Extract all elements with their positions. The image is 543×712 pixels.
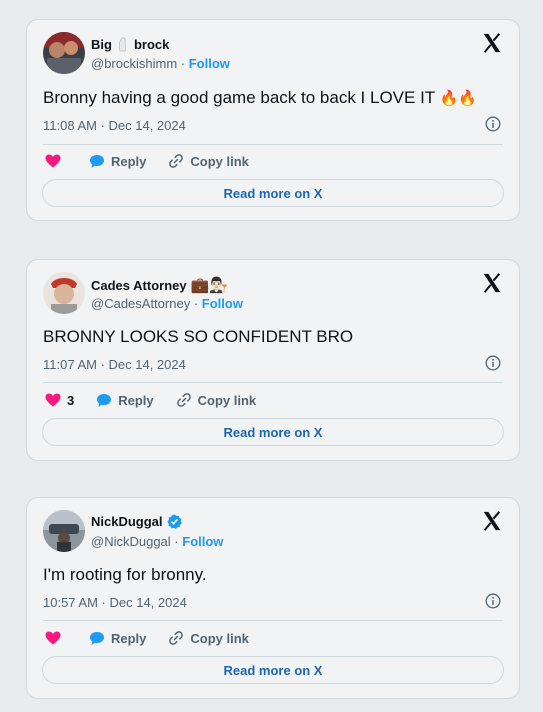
copy-link-button[interactable]: Copy link — [168, 153, 249, 169]
handle-line: @NickDuggal · Follow — [91, 534, 223, 549]
action-bar: Reply Copy link — [45, 627, 271, 649]
heart-icon — [45, 393, 61, 407]
copy-link-label: Copy link — [190, 153, 249, 169]
avatar[interactable] — [43, 32, 85, 74]
separator: · — [193, 296, 202, 311]
link-icon — [169, 154, 184, 168]
heart-icon — [45, 631, 61, 645]
x-logo-icon[interactable] — [481, 272, 503, 294]
timestamp[interactable]: 10:57 AM · Dec 14, 2024 — [43, 595, 187, 610]
tweet-text: BRONNY LOOKS SO CONFIDENT BRO — [43, 327, 354, 346]
link-icon — [176, 393, 191, 407]
handle-line: @brockishimm · Follow — [91, 56, 230, 71]
reply-label: Reply — [118, 392, 154, 408]
divider — [43, 144, 503, 145]
speech-bubble-icon — [90, 154, 104, 168]
tweet-text: I'm rooting for bronny. — [43, 565, 207, 584]
action-bar: Reply Copy link — [45, 150, 271, 172]
handle[interactable]: @CadesAttorney — [91, 296, 190, 311]
action-bar: 3 Reply Copy link — [45, 389, 278, 411]
reply-button[interactable]: Reply — [89, 631, 146, 646]
display-name[interactable]: Cades Attorney 💼👨🏻‍⚖️ — [91, 276, 228, 294]
reply-button[interactable]: Reply — [96, 392, 154, 408]
briefcase-judge-emoji: 💼👨🏻‍⚖️ — [190, 277, 228, 294]
display-name[interactable]: NickDuggal — [91, 514, 182, 529]
reply-label: Reply — [111, 153, 147, 169]
reply-label: Reply — [111, 630, 147, 646]
avatar[interactable] — [43, 510, 85, 552]
handle[interactable]: @NickDuggal — [91, 534, 171, 549]
info-icon[interactable] — [485, 355, 501, 371]
divider — [43, 620, 503, 621]
x-logo-icon[interactable] — [481, 510, 503, 532]
read-more-button[interactable]: Read more on X — [42, 656, 504, 684]
handle-line: @CadesAttorney · Follow — [91, 296, 243, 311]
like-button[interactable]: 3 — [45, 393, 74, 408]
heart-icon — [45, 154, 61, 168]
tweet-card: Cades Attorney 💼👨🏻‍⚖️ @CadesAttorney · F… — [26, 259, 520, 461]
avatar[interactable] — [43, 272, 85, 314]
copy-link-button[interactable]: Copy link — [176, 392, 257, 408]
speech-bubble-icon — [97, 393, 112, 407]
display-name[interactable]: Big brock — [91, 36, 169, 52]
verified-badge-icon — [166, 514, 182, 529]
copy-link-label: Copy link — [197, 392, 257, 408]
like-button[interactable] — [45, 631, 67, 645]
info-icon[interactable] — [485, 593, 501, 609]
speech-bubble-icon — [90, 631, 104, 645]
like-button[interactable] — [45, 154, 67, 168]
follow-link[interactable]: Follow — [189, 56, 230, 71]
separator: · — [180, 56, 189, 71]
reply-button[interactable]: Reply — [89, 154, 146, 169]
display-name-text: Cades Attorney — [91, 277, 187, 293]
handle[interactable]: @brockishimm — [91, 56, 177, 71]
tweet-header: Cades Attorney 💼👨🏻‍⚖️ @CadesAttorney · F… — [43, 272, 503, 316]
follow-link[interactable]: Follow — [202, 296, 243, 311]
hand-emoji-icon — [116, 36, 130, 52]
info-icon[interactable] — [485, 116, 501, 132]
copy-link-button[interactable]: Copy link — [168, 630, 249, 646]
fire-emoji: 🔥🔥 — [439, 90, 477, 107]
like-count: 3 — [67, 392, 75, 408]
tweet-header: Big brock @brockishimm · Follow — [43, 32, 503, 76]
link-icon — [169, 631, 184, 645]
display-name-part1: Big — [91, 36, 112, 52]
tweet-text-content: Bronny having a good game back to back I… — [43, 88, 435, 107]
read-more-button[interactable]: Read more on X — [42, 418, 504, 446]
timestamp[interactable]: 11:07 AM · Dec 14, 2024 — [43, 357, 186, 372]
tweet-card: Big brock @brockishimm · Follow Bronny h… — [26, 19, 520, 221]
x-logo-icon[interactable] — [481, 32, 503, 54]
tweet-text: Bronny having a good game back to back I… — [43, 88, 477, 108]
tweet-header: NickDuggal @NickDuggal · Follow — [43, 510, 503, 554]
display-name-text: NickDuggal — [91, 514, 163, 529]
follow-link[interactable]: Follow — [182, 534, 223, 549]
read-more-button[interactable]: Read more on X — [42, 179, 504, 207]
tweet-card: NickDuggal @NickDuggal · Follow I'm root… — [26, 497, 520, 699]
copy-link-label: Copy link — [190, 630, 249, 646]
divider — [43, 382, 503, 383]
display-name-part2: brock — [133, 36, 170, 52]
timestamp[interactable]: 11:08 AM · Dec 14, 2024 — [43, 118, 186, 133]
